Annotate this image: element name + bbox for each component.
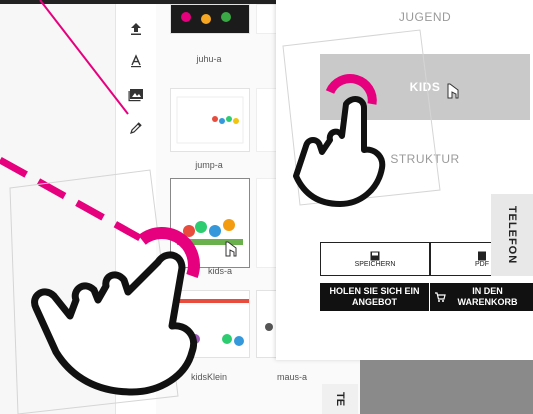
bottom-side-tab[interactable]: TE [322,384,358,414]
get-offer-label: HOLEN SIE SICH EIN ANGEBOT [329,286,420,307]
option-struktur[interactable]: STRUKTUR [320,152,530,166]
thumbnail-label: kids-a [207,266,232,276]
get-offer-button[interactable]: HOLEN SIE SICH EIN ANGEBOT [320,283,429,311]
option-jugend[interactable]: JUGEND [320,10,530,24]
save-button[interactable]: SPEICHERN [320,242,430,276]
thumbnail-label: jump-a [195,160,223,170]
tool-rail [115,4,157,414]
save-icon [370,251,380,260]
telefon-tab[interactable]: TELEFON [491,194,533,276]
canvas-area [0,0,115,414]
color-picker-icon[interactable] [124,117,148,139]
thumbnail-label: juhu-a [196,54,222,64]
thumbnail-juhu-a[interactable] [170,4,250,34]
thumbnail-kids-a[interactable] [170,178,250,268]
image-icon[interactable] [124,84,148,106]
cart-icon [435,292,446,302]
add-to-cart-button[interactable]: IN DEN WARENKORB [430,283,533,311]
option-kids[interactable]: KIDS [320,54,530,120]
text-icon[interactable] [124,50,148,72]
thumbnail-kidsklein[interactable] [170,290,250,358]
save-label: SPEICHERN [354,260,396,268]
bottom-side-tab-label: TE [334,391,346,407]
pdf-label: PDF [475,260,489,268]
thumbnail-label: maus-a [276,372,307,382]
thumbnail-label: kidsKlein [190,372,228,382]
footer-dark-area [360,360,533,414]
telefon-label: TELEFON [506,205,518,265]
thumbnail-jump-a[interactable] [170,88,250,152]
pdf-icon [478,251,486,260]
options-panel: JUGEND KIDS STRUKTUR SPEICHERN PDF HOLEN… [276,0,533,360]
upload-icon[interactable] [124,18,148,40]
